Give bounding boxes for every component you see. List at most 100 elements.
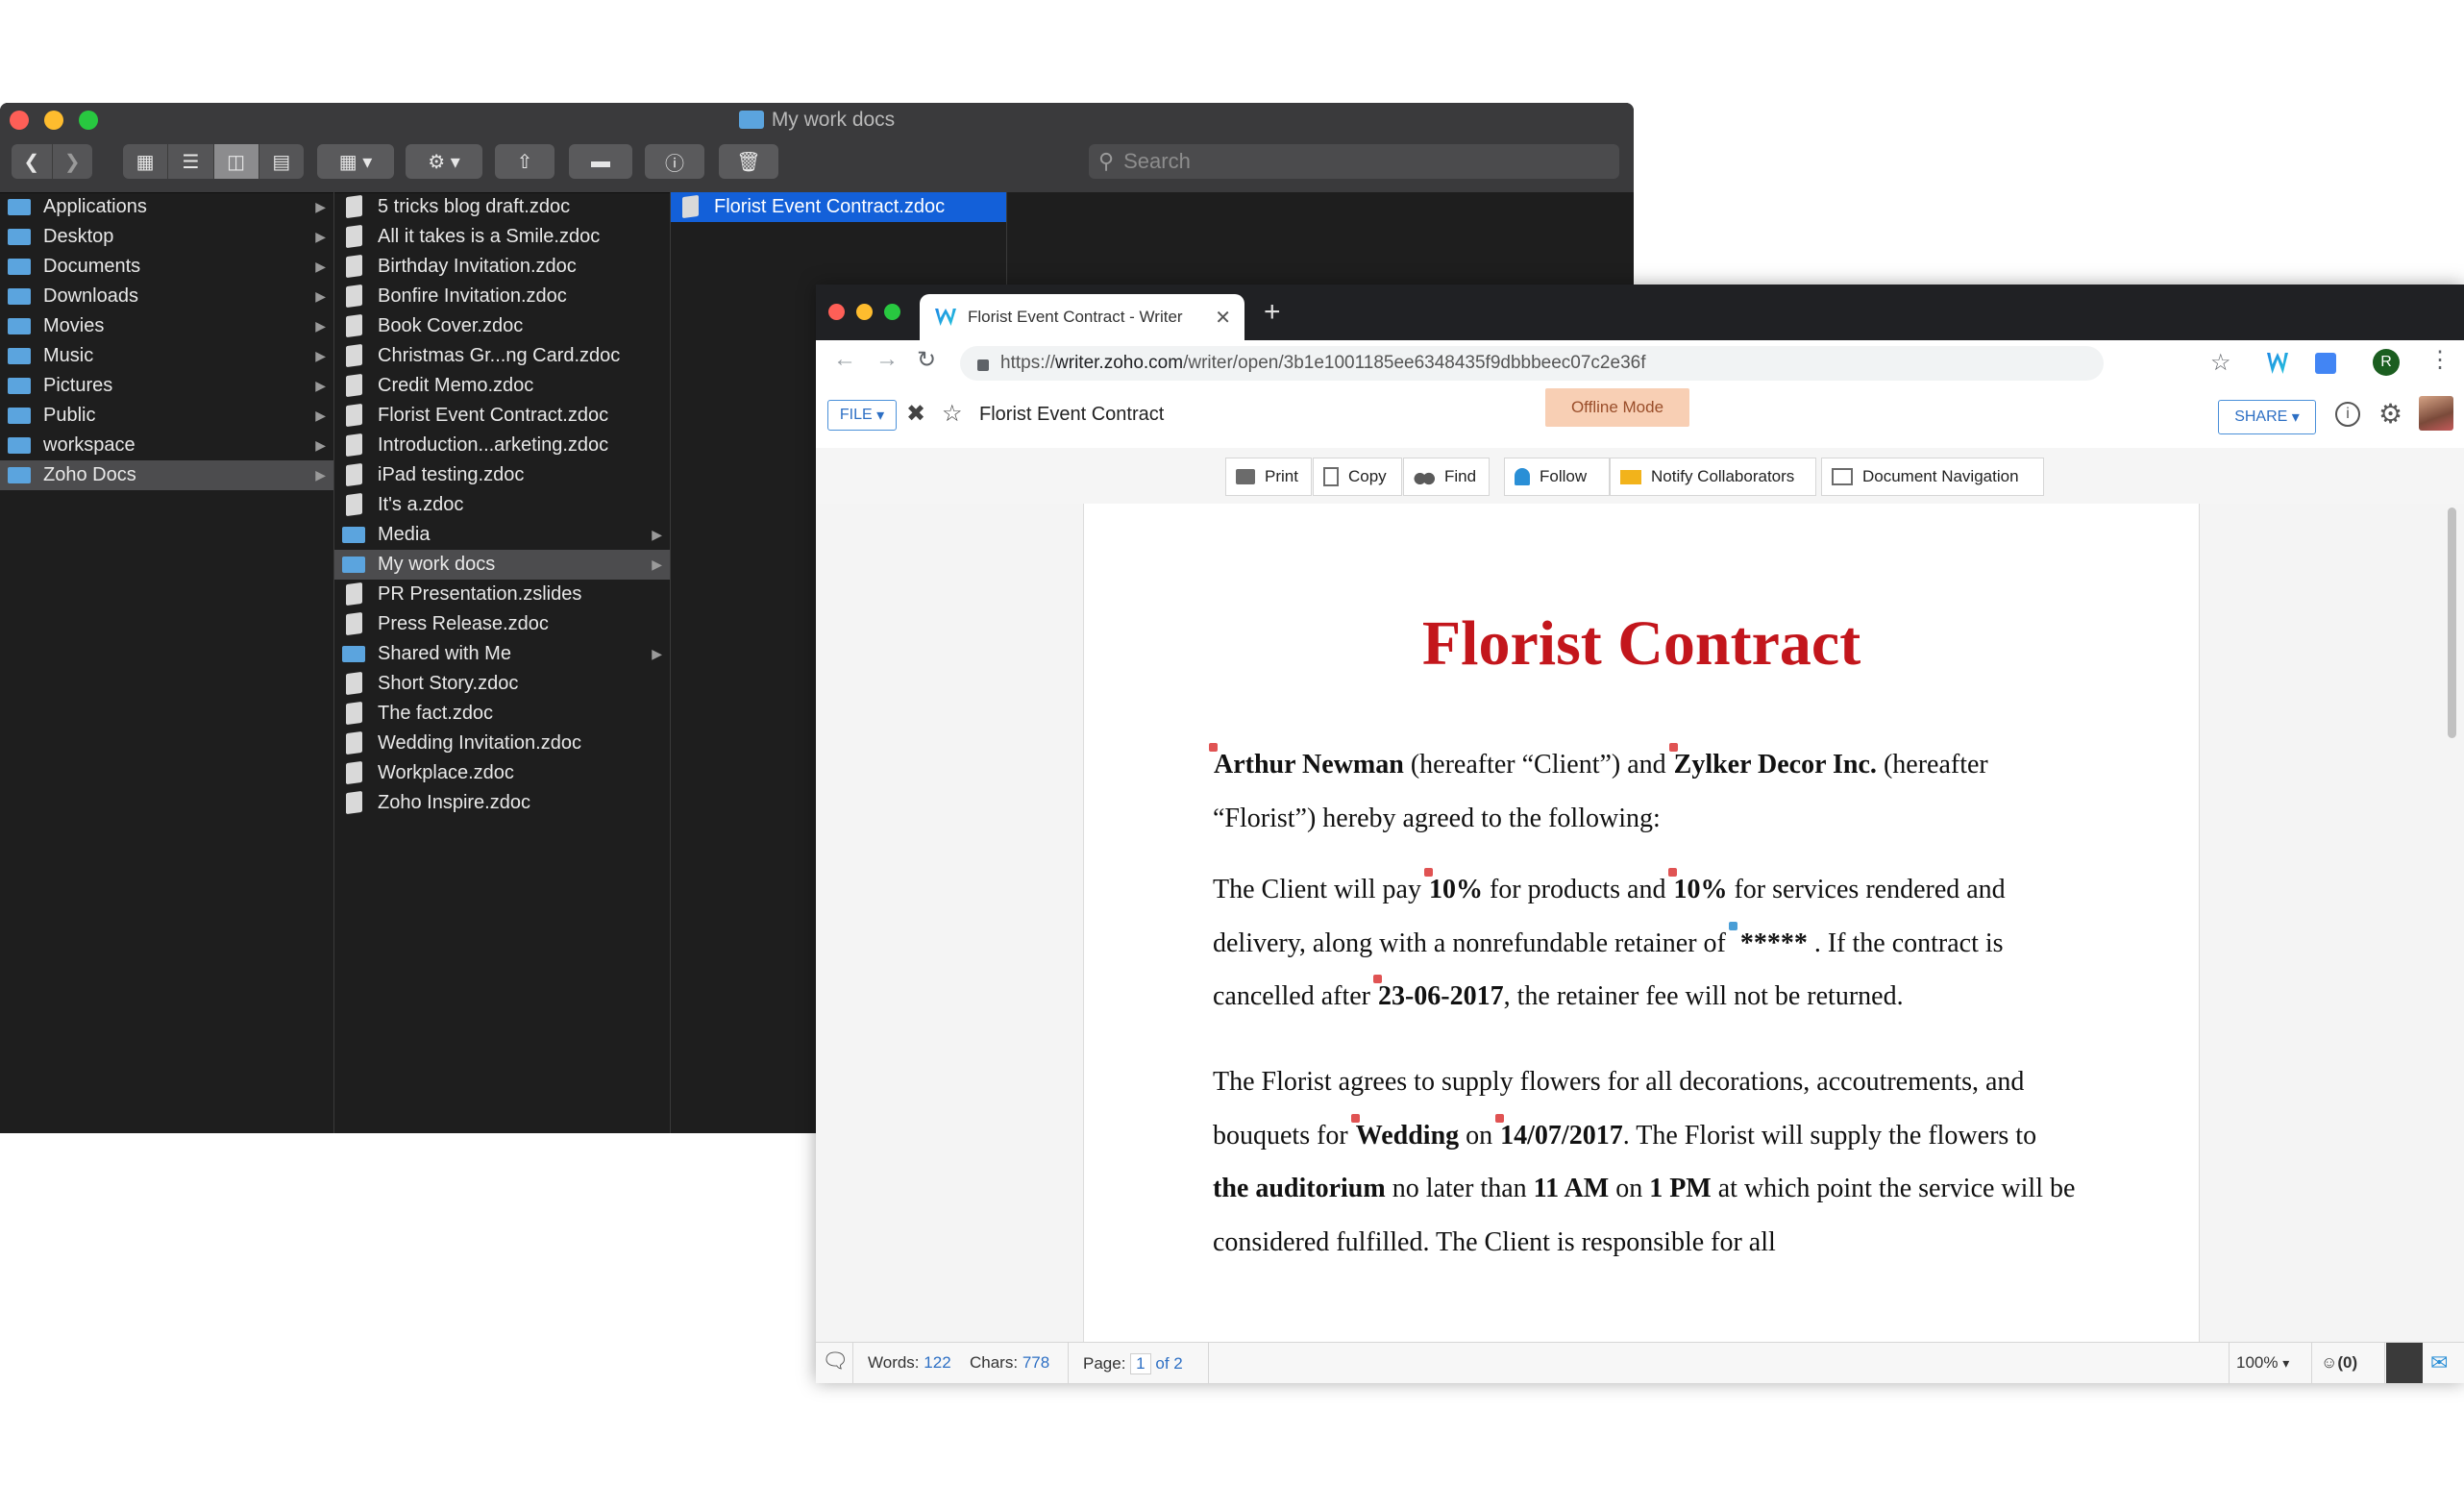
file-item[interactable]: iPad testing.zdoc <box>334 460 670 490</box>
back-arrow-icon[interactable]: ← <box>833 346 856 373</box>
retainer-masked-field[interactable]: ***** <box>1740 928 1808 958</box>
zoom-select[interactable]: 100% ▾ <box>2236 1353 2289 1373</box>
sidebar-item-desktop[interactable]: Desktop ▶ <box>0 222 333 252</box>
file-item[interactable]: Press Release.zdoc <box>334 609 670 639</box>
zoom-window-button[interactable] <box>884 304 900 320</box>
file-item[interactable]: The fact.zdoc <box>334 699 670 729</box>
client-name-field[interactable]: Arthur Newman <box>1214 750 1404 780</box>
info-icon[interactable]: i <box>2335 402 2360 427</box>
sidebar-item-public[interactable]: Public ▶ <box>0 401 333 431</box>
file-item[interactable]: PR Presentation.zslides <box>334 580 670 609</box>
close-tab-icon[interactable]: ✕ <box>1215 306 1231 330</box>
file-item[interactable]: Short Story.zdoc <box>334 669 670 699</box>
translate-extension-icon[interactable] <box>2315 353 2336 374</box>
find-button[interactable]: Find <box>1403 458 1490 496</box>
file-item[interactable]: Book Cover.zdoc <box>334 311 670 341</box>
file-item-florist-event-contract[interactable]: Florist Event Contract.zdoc <box>671 192 1006 222</box>
zoho-writer-extension-icon[interactable] <box>2267 353 2288 374</box>
file-item[interactable]: Introduction...arketing.zdoc <box>334 431 670 460</box>
new-tab-button[interactable]: + <box>1264 296 1281 329</box>
print-button[interactable]: Print <box>1225 458 1312 496</box>
group-icon[interactable]: ▦ ▾ <box>317 144 394 179</box>
collaborators-indicator[interactable]: ☺(0) <box>2321 1353 2357 1373</box>
products-percent-field[interactable]: 10% <box>1429 875 1483 904</box>
sidebar-item-workspace[interactable]: workspace ▶ <box>0 431 333 460</box>
document-icon <box>346 790 362 815</box>
file-item[interactable]: Bonfire Invitation.zdoc <box>334 282 670 311</box>
info-icon[interactable]: ⓘ <box>645 144 704 179</box>
forward-arrow-icon[interactable]: → <box>875 346 899 373</box>
sidebar-item-music[interactable]: Music ▶ <box>0 341 333 371</box>
file-item[interactable]: Florist Event Contract.zdoc <box>334 401 670 431</box>
url-field[interactable]: https://writer.zoho.com/writer/open/3b1e… <box>960 346 2104 381</box>
sidebar-item-downloads[interactable]: Downloads ▶ <box>0 282 333 311</box>
settings-gear-icon[interactable]: ⚙ <box>2378 398 2402 430</box>
venue-field[interactable]: the auditorium <box>1213 1174 1386 1203</box>
vertical-scrollbar[interactable] <box>2448 507 2456 738</box>
folder-item-shared-with-me[interactable]: Shared with Me ▶ <box>334 639 670 669</box>
file-item[interactable]: 5 tricks blog draft.zdoc <box>334 192 670 222</box>
status-divider <box>2229 1343 2230 1383</box>
document-navigation-button[interactable]: Document Navigation <box>1821 458 2044 496</box>
current-page-input[interactable]: 1 <box>1130 1353 1151 1374</box>
end-time-field[interactable]: 1 PM <box>1649 1174 1712 1203</box>
tag-icon[interactable]: ▬ <box>569 144 632 179</box>
close-window-button[interactable] <box>828 304 845 320</box>
folder-item-my-work-docs[interactable]: My work docs ▶ <box>334 550 670 580</box>
sidebar-item-applications[interactable]: Applications ▶ <box>0 192 333 222</box>
gear-icon[interactable]: ⚙ ▾ <box>406 144 482 179</box>
file-item[interactable]: Credit Memo.zdoc <box>334 371 670 401</box>
file-menu-button[interactable]: FILE ▾ <box>827 400 897 431</box>
event-field[interactable]: Wedding <box>1356 1121 1459 1151</box>
cancellation-date-field[interactable]: 23-06-2017 <box>1378 981 1504 1011</box>
reload-icon[interactable]: ↻ <box>917 346 936 374</box>
browser-window: Florist Event Contract - Writer ✕ + ← → … <box>816 285 2464 1383</box>
user-avatar[interactable] <box>2419 396 2453 431</box>
finder-search-field[interactable]: ⚲ Search <box>1089 144 1619 179</box>
favorite-star-icon[interactable]: ☆ <box>942 400 963 428</box>
icon-view-icon[interactable]: ▦ <box>123 144 169 179</box>
chevron-right-icon[interactable]: ❯ <box>53 144 93 179</box>
sidebar-item-zoho-docs[interactable]: Zoho Docs ▶ <box>0 460 333 490</box>
profile-avatar[interactable]: R <box>2373 349 2400 376</box>
sidebar-item-movies[interactable]: Movies ▶ <box>0 311 333 341</box>
gallery-view-icon[interactable]: ▤ <box>259 144 304 179</box>
list-view-icon[interactable]: ☰ <box>168 144 214 179</box>
file-item[interactable]: Birthday Invitation.zdoc <box>334 252 670 282</box>
file-item[interactable]: Christmas Gr...ng Card.zdoc <box>334 341 670 371</box>
kebab-menu-icon[interactable]: ⋮ <box>2428 346 2452 374</box>
chevron-left-icon[interactable]: ❮ <box>12 144 53 179</box>
words-label: Words: <box>868 1353 920 1372</box>
document-title[interactable]: Florist Event Contract <box>979 404 1164 426</box>
florist-name-field[interactable]: Zylker Decor Inc. <box>1674 750 1877 780</box>
bookmark-star-icon[interactable]: ☆ <box>2210 349 2231 377</box>
share-icon[interactable]: ⇧ <box>495 144 554 179</box>
column-view-icon[interactable]: ◫ <box>213 144 259 179</box>
notify-collaborators-button[interactable]: Notify Collaborators <box>1610 458 1816 496</box>
file-item[interactable]: Workplace.zdoc <box>334 758 670 788</box>
file-item[interactable]: Wedding Invitation.zdoc <box>334 729 670 758</box>
start-time-field[interactable]: 11 AM <box>1534 1174 1610 1203</box>
follow-button[interactable]: Follow <box>1504 458 1610 496</box>
document-page[interactable]: Florist Contract Arthur Newman (hereafte… <box>1083 504 2200 1342</box>
trash-icon[interactable]: 🗑 <box>719 144 778 179</box>
event-date-field[interactable]: 14/07/2017 <box>1500 1121 1623 1151</box>
copy-button[interactable]: Copy <box>1313 458 1402 496</box>
browser-tab[interactable]: Florist Event Contract - Writer ✕ <box>920 294 1244 340</box>
minimize-window-button[interactable] <box>856 304 873 320</box>
tools-icon[interactable]: ✖ <box>906 400 925 428</box>
share-button[interactable]: SHARE ▾ <box>2218 400 2316 434</box>
url-scheme: https:// <box>1000 353 1056 373</box>
file-item[interactable]: It's a.zdoc <box>334 490 670 520</box>
file-item[interactable]: All it takes is a Smile.zdoc <box>334 222 670 252</box>
services-percent-field[interactable]: 10% <box>1673 875 1727 904</box>
comment-icon[interactable]: 🗨 <box>822 1349 849 1374</box>
folder-item-media[interactable]: Media ▶ <box>334 520 670 550</box>
file-item[interactable]: Zoho Inspire.zdoc <box>334 788 670 818</box>
mail-icon[interactable]: ✉ <box>2430 1350 2448 1375</box>
disclosure-arrow-icon: ▶ <box>315 408 326 423</box>
sidebar-item-documents[interactable]: Documents ▶ <box>0 252 333 282</box>
sidebar-item-pictures[interactable]: Pictures ▶ <box>0 371 333 401</box>
reading-view-icon[interactable] <box>2386 1343 2423 1383</box>
folder-icon <box>8 437 31 454</box>
